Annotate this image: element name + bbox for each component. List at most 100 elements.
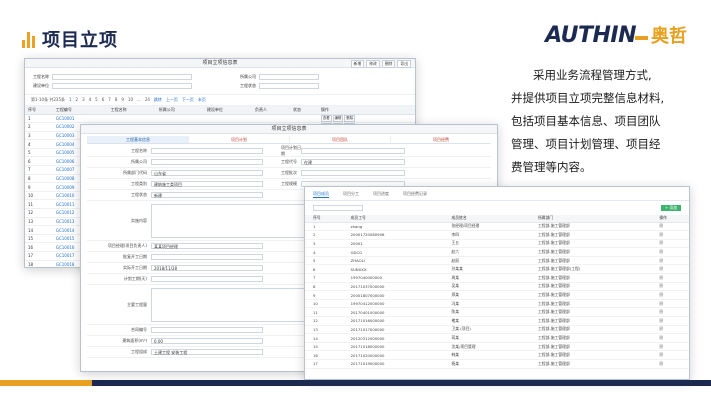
detail-tab[interactable]: 项目经费 [390,136,491,143]
field-input[interactable]: 山东省 [151,170,263,176]
table-row[interactable]: 15 20171018000000 沈某/项目管理 工程部-施工管理部删 [305,342,689,352]
delete-member-icon[interactable]: 删 [651,282,689,292]
pager-last[interactable]: 末页 [198,97,206,103]
team-tab[interactable]: 项目经费记录 [403,191,427,198]
team-tab[interactable]: 项目进度 [373,191,389,198]
add-member-button[interactable]: + 添加 [661,205,681,211]
row-member-id: GDCG [342,247,444,257]
delete-member-icon[interactable]: 删 [651,325,689,335]
table-row[interactable]: 2 20001720080906 李四 工程部-施工管理部删 [305,230,689,240]
table-row[interactable]: 1 GC10001 查看 编辑 删除 [25,114,415,124]
filter-input-builder[interactable] [52,82,192,89]
field-input[interactable]: 0.00 [151,338,263,344]
pager-page[interactable]: 1 [69,97,72,103]
table-row[interactable]: 5 ZHAOLI 赵丽 工程部-施工管理部删 [305,256,689,266]
pager-page[interactable]: 10 [128,97,133,103]
pager-next[interactable]: 下一页 [182,97,194,103]
pager-page[interactable]: 9 [121,97,124,103]
column-header: 所属公司 [155,106,204,115]
toolbar-button[interactable]: 删除 [381,60,396,68]
table-row[interactable]: 8 20171037000000 吴某 工程部-施工管理部删 [305,282,689,292]
field-input[interactable] [151,159,263,165]
pager-page[interactable]: 7 [108,97,111,103]
delete-member-icon[interactable]: 删 [651,307,689,318]
field-input[interactable] [301,170,405,176]
table-row[interactable]: 13 20171017000000 卫某 (项目) 工程部-施工管理部删 [305,325,689,335]
delete-member-icon[interactable]: 删 [651,342,689,352]
table-row[interactable]: 9 20001807000000 郑某 工程部-施工管理部删 [305,290,689,300]
field-input[interactable] [151,327,263,333]
filter-input-project-name[interactable] [52,73,192,80]
delete-member-icon[interactable]: 删 [651,333,689,343]
row-project-code[interactable]: GC10001 [52,114,108,124]
form-row: 工程名称 项目计划日期 [87,145,491,157]
pager-page[interactable]: 2 [76,97,79,103]
pager-page[interactable]: 3 [82,97,85,103]
delete-member-icon[interactable]: 删 [651,247,689,257]
delete-member-icon[interactable]: 删 [651,239,689,249]
field-input[interactable]: 某某项目经理 [151,243,263,249]
toolbar-button[interactable]: 导出 [397,60,411,68]
delete-member-icon[interactable]: 删 [651,256,689,266]
table-row[interactable]: 17 20171019000000 杨某 工程部-施工管理部删 [305,359,689,369]
row-action-button[interactable]: 查看 [320,114,332,122]
detail-tab[interactable]: 项目团队 [289,136,390,143]
pager-page[interactable]: 8 [115,97,118,103]
filter-input-status[interactable] [259,82,319,89]
delete-member-icon[interactable]: 删 [651,316,689,326]
column-header: 成员姓名 [443,215,530,223]
team-tab[interactable]: 项目成员 [313,191,329,198]
pager-goto[interactable]: 跳转 [154,97,162,103]
table-row[interactable]: 10 19970412000000 冯某 工程部-施工管理部删 [305,299,689,309]
field-input[interactable] [151,254,263,260]
field-input[interactable]: 新建 [151,192,263,198]
member-search-input[interactable] [313,205,363,211]
delete-member-icon[interactable]: 删 [651,273,689,283]
table-row[interactable]: 7 1997040000000 周某 工程部-施工管理部删 [305,273,689,283]
description-line: 管理、项目计划管理、项目经 [511,137,661,151]
toolbar-button[interactable]: 新增 [350,60,365,68]
table-row[interactable]: 12 20171016000000 褚某 工程部-施工管理部删 [305,316,689,326]
row-action-button[interactable]: 编辑 [332,114,344,122]
field-input[interactable] [301,148,405,154]
detail-tab[interactable]: 工程基本信息 [87,136,188,143]
pager-page[interactable]: 5 [95,97,98,103]
delete-member-icon[interactable]: 删 [651,299,689,309]
pager-page[interactable]: ... [137,97,141,103]
team-tab[interactable]: 项目分工 [343,191,359,198]
delete-member-icon[interactable]: 删 [651,222,689,232]
pager-page[interactable]: 4 [89,97,92,103]
column-header: 负责人 [252,106,290,115]
table-row[interactable]: 6 SUNXXX 孙某某 工程部-施工管理部(工程) 删 [305,264,689,275]
field-input[interactable] [151,148,263,154]
field-input[interactable]: 建筑施工类项目 [151,181,263,187]
table-row[interactable]: 11 20170401000000 陈某 工程部-施工管理部删 [305,307,689,318]
window-toolbar: 新增 修改 删除 导出 [350,60,411,68]
pager-prev[interactable]: 上一页 [166,97,178,103]
row-index: 4 [25,139,53,149]
delete-member-icon[interactable]: 删 [651,230,689,240]
detail-tab[interactable]: 项目计划 [188,136,289,143]
field-input[interactable] [151,276,263,282]
table-row[interactable]: 14 20120312000000 蒋某 工程部-施工管理部删 [305,333,689,343]
toolbar-button[interactable]: 修改 [366,60,380,68]
table-row[interactable]: 1 zhang 张经理/项目经理 工程部-施工管理部删 [305,222,689,232]
delete-member-icon[interactable]: 删 [651,264,689,275]
delete-member-icon[interactable]: 删 [651,290,689,300]
row-action-button[interactable]: 删除 [344,114,356,122]
row-member-name: 沈某/项目管理 [443,342,530,352]
field-input[interactable]: 在建 [301,159,405,165]
table-row[interactable]: 3 20001 王五 工程部-施工管理部删 [305,239,689,249]
pager-page[interactable]: 24 [145,97,150,103]
row-index: 3 [25,131,53,141]
field-input[interactable]: 2018/11/28 [151,265,263,271]
filter-input-company[interactable] [259,73,319,80]
pager-page[interactable]: 6 [102,97,105,103]
delete-member-icon[interactable]: 删 [651,350,689,360]
table-row[interactable]: 16 20171020000000 韩某 工程部-施工管理部删 [305,350,689,360]
row-index: 5 [25,148,53,158]
row-member-id: 20171016000000 [342,316,444,326]
field-input[interactable]: 土建工程 安装工程 [151,349,263,355]
table-row[interactable]: 4 GDCG 赵六 工程部-施工管理部删 [305,247,689,257]
delete-member-icon[interactable]: 删 [651,359,689,369]
